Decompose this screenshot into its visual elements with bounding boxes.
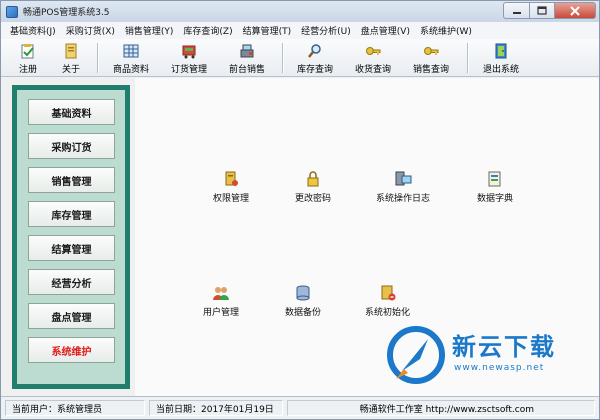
- watermark-title: 新云下载: [452, 333, 556, 361]
- nav-basic-data[interactable]: 基础资料: [28, 99, 115, 125]
- status-current-date: 当前日期：2017年01月19日: [149, 400, 283, 416]
- product-info-button[interactable]: 商品资料: [109, 41, 153, 75]
- toolbar-separator: [97, 43, 99, 73]
- minimize-button[interactable]: [503, 2, 529, 19]
- menu-basic-data[interactable]: 基础资料(J): [5, 24, 61, 37]
- app-window: 畅通POS管理系统3.5 基础资料(J) 采购订货(X) 销售管理(Y) 库存查…: [0, 0, 600, 420]
- close-button[interactable]: [554, 2, 596, 19]
- title-bar: 畅通POS管理系统3.5: [1, 1, 599, 22]
- exit-door-icon: [493, 43, 509, 59]
- status-bar: 当前用户：系统管理员 当前日期：2017年01月19日 畅通软件工作室 http…: [1, 396, 599, 419]
- users-icon: [212, 284, 230, 302]
- database-backup-icon: [294, 284, 312, 302]
- nav-analysis[interactable]: 经营分析: [28, 269, 115, 295]
- order-cart-icon: [181, 43, 197, 59]
- change-password-button[interactable]: 更改密码: [295, 170, 331, 204]
- menu-inventory[interactable]: 盘点管理(V): [356, 24, 415, 37]
- rocket-logo-icon: [387, 326, 445, 384]
- nav-sales[interactable]: 销售管理: [28, 167, 115, 193]
- menu-purchase[interactable]: 采购订货(X): [61, 24, 120, 37]
- status-current-user: 当前用户：系统管理员: [5, 400, 145, 416]
- exit-button[interactable]: 退出系统: [479, 41, 523, 75]
- menu-bar: 基础资料(J) 采购订货(X) 销售管理(Y) 库存查询(Z) 结算管理(T) …: [1, 22, 599, 39]
- data-backup-button[interactable]: 数据备份: [285, 284, 321, 318]
- status-company: 畅通软件工作室 http://www.zsctsoft.com: [287, 400, 595, 416]
- toolbar-separator: [282, 43, 284, 73]
- watermark-url: www.newasp.net: [454, 363, 545, 373]
- data-dictionary-button[interactable]: 数据字典: [477, 170, 513, 204]
- key-icon: [423, 43, 439, 59]
- window-controls: [503, 2, 596, 19]
- order-management-button[interactable]: 订货管理: [167, 41, 211, 75]
- receipt-query-button[interactable]: 收货查询: [351, 41, 395, 75]
- front-sales-button[interactable]: 前台销售: [225, 41, 269, 75]
- window-title: 畅通POS管理系统3.5: [23, 8, 110, 18]
- menu-settlement[interactable]: 结算管理(T): [238, 24, 297, 37]
- toolbar: 注册 关于 商品资料 订货管理 前台销售 库存查询 收货查询 销售查询 退出系统: [1, 39, 599, 77]
- register-icon: [20, 43, 36, 59]
- nav-stock[interactable]: 库存管理: [28, 201, 115, 227]
- operation-log-button[interactable]: 系统操作日志: [376, 170, 430, 204]
- magnifier-icon: [307, 43, 323, 59]
- stock-query-button[interactable]: 库存查询: [293, 41, 337, 75]
- module-nav-inner: 基础资料 采购订货 销售管理 库存管理 结算管理 经营分析 盘点管理 系统维护: [17, 90, 125, 384]
- register-button[interactable]: 注册: [13, 41, 43, 75]
- minimize-icon: [512, 11, 521, 14]
- dictionary-book-icon: [486, 170, 504, 188]
- toolbar-separator: [467, 43, 469, 73]
- close-icon: [570, 5, 580, 16]
- computer-log-icon: [394, 170, 412, 188]
- product-grid-icon: [123, 43, 139, 59]
- menu-analysis[interactable]: 经营分析(U): [296, 24, 356, 37]
- user-management-button[interactable]: 用户管理: [203, 284, 239, 318]
- maximize-icon: [537, 6, 547, 15]
- padlock-icon: [304, 170, 322, 188]
- nav-system-maintenance[interactable]: 系统维护: [28, 337, 115, 363]
- nav-settlement[interactable]: 结算管理: [28, 235, 115, 261]
- maximize-button[interactable]: [529, 2, 554, 19]
- menu-system[interactable]: 系统维护(W): [415, 24, 477, 37]
- menu-stock-query[interactable]: 库存查询(Z): [178, 24, 237, 37]
- watermark-logo: 新云下载 www.newasp.net: [384, 323, 599, 387]
- system-init-icon: [379, 284, 397, 302]
- cash-register-icon: [239, 43, 255, 59]
- permission-management-button[interactable]: 权限管理: [213, 170, 249, 204]
- key-icon: [365, 43, 381, 59]
- sales-query-button[interactable]: 销售查询: [409, 41, 453, 75]
- nav-purchase[interactable]: 采购订货: [28, 133, 115, 159]
- system-init-button[interactable]: 系统初始化: [365, 284, 410, 318]
- server-key-icon: [222, 170, 240, 188]
- about-icon: [63, 43, 79, 59]
- app-logo-icon: [6, 5, 18, 18]
- about-button[interactable]: 关于: [56, 41, 86, 75]
- nav-inventory[interactable]: 盘点管理: [28, 303, 115, 329]
- menu-sales[interactable]: 销售管理(Y): [120, 24, 179, 37]
- module-nav-panel: 基础资料 采购订货 销售管理 库存管理 结算管理 经营分析 盘点管理 系统维护: [12, 85, 130, 389]
